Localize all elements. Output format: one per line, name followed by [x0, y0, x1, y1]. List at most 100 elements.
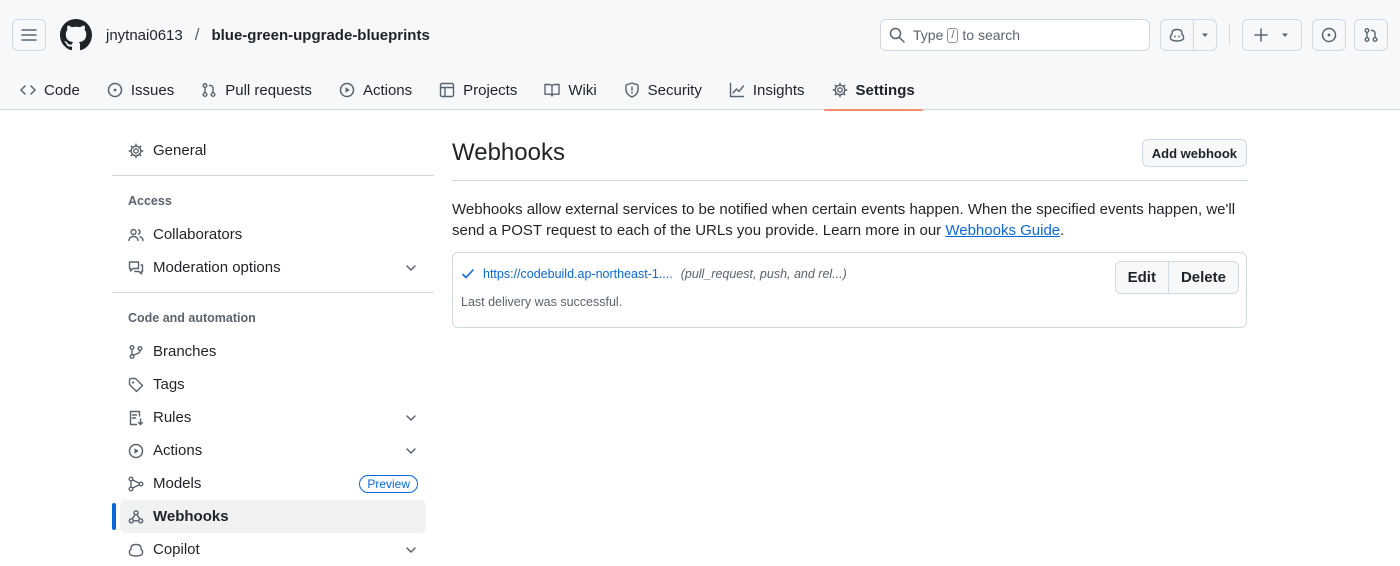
- gear-icon: [128, 143, 144, 158]
- book-icon: [544, 83, 561, 97]
- sidebar-item-actions[interactable]: Actions: [112, 434, 434, 467]
- tab-settings[interactable]: Settings: [823, 70, 923, 111]
- page-header: Webhooks Add webhook: [452, 134, 1247, 181]
- tab-insights[interactable]: Insights: [721, 70, 813, 110]
- repo-header: jnytnai0613 / blue-green-upgrade-bluepri…: [0, 0, 1400, 111]
- repo-nav: Code Issues Pull requests Actions Projec…: [0, 70, 1400, 111]
- webhook-events: (pull_request, push, and rel...): [680, 267, 847, 281]
- pull-requests-button[interactable]: [1354, 19, 1388, 51]
- tab-security[interactable]: Security: [616, 70, 710, 110]
- sidebar-item-label: Branches: [153, 343, 217, 360]
- tab-label: Pull requests: [225, 81, 312, 99]
- tab-label: Wiki: [568, 81, 597, 99]
- tab-issues[interactable]: Issues: [99, 70, 182, 110]
- tab-label: Insights: [752, 81, 805, 99]
- breadcrumb-repo[interactable]: blue-green-upgrade-blueprints: [211, 27, 429, 44]
- sidebar-item-label: Models: [153, 475, 202, 492]
- tab-code[interactable]: Code: [12, 70, 88, 110]
- breadcrumb-separator: /: [194, 25, 200, 44]
- webhook-actions: Edit Delete: [1114, 261, 1239, 294]
- tab-projects[interactable]: Projects: [431, 70, 525, 110]
- search-placeholder-suffix: to search: [962, 27, 1021, 43]
- sidebar-item-label: Webhooks: [153, 508, 229, 525]
- webhooks-panel: Webhooks Add webhook Webhooks allow exte…: [452, 134, 1247, 328]
- github-logo-icon[interactable]: [60, 19, 92, 51]
- issue-opened-icon: [1321, 27, 1337, 43]
- copilot-icon: [1169, 28, 1185, 42]
- search-input[interactable]: Type / to search: [880, 19, 1150, 51]
- tab-pull-requests[interactable]: Pull requests: [193, 70, 320, 110]
- description-text: Webhooks allow external services to be n…: [452, 201, 1236, 239]
- edit-webhook-button[interactable]: Edit: [1115, 262, 1168, 293]
- webhook-url-link[interactable]: https://codebuild.ap-northeast-1....: [483, 267, 673, 281]
- sidebar-item-moderation[interactable]: Moderation options: [112, 251, 434, 284]
- sidebar-item-models[interactable]: Models Preview: [112, 467, 434, 500]
- top-bar: jnytnai0613 / blue-green-upgrade-bluepri…: [0, 0, 1400, 70]
- git-branch-icon: [129, 344, 143, 359]
- webhook-list-item: https://codebuild.ap-northeast-1.... (pu…: [452, 252, 1247, 328]
- breadcrumb-owner[interactable]: jnytnai0613: [106, 27, 183, 44]
- delete-webhook-button[interactable]: Delete: [1167, 262, 1238, 293]
- header-divider: [1229, 25, 1230, 45]
- webhook-delivery-status: Last delivery was successful.: [461, 295, 623, 309]
- sidebar-item-tags[interactable]: Tags: [112, 368, 434, 401]
- sidebar-group-code-automation: Code and automation: [128, 311, 256, 325]
- copilot-dropdown-button[interactable]: [1194, 20, 1216, 50]
- gear-icon: [832, 82, 848, 98]
- page-title: Webhooks: [452, 139, 565, 166]
- preview-badge: Preview: [359, 474, 418, 493]
- issue-opened-icon: [107, 82, 123, 98]
- sidebar-divider: [112, 292, 434, 293]
- search-placeholder-prefix: Type: [913, 27, 944, 43]
- sidebar-item-branches[interactable]: Branches: [112, 335, 434, 368]
- search-icon: [889, 27, 905, 43]
- sidebar-item-label: Actions: [153, 442, 203, 459]
- triangle-down-icon: [1282, 33, 1288, 37]
- graph-icon: [729, 82, 745, 98]
- play-icon: [339, 82, 355, 98]
- settings-sidebar: General Access Collaborators Moderation …: [112, 134, 434, 566]
- add-webhook-button[interactable]: Add webhook: [1141, 139, 1247, 167]
- issues-button[interactable]: [1312, 19, 1346, 51]
- sidebar-item-label: Collaborators: [153, 226, 243, 243]
- sidebar-item-rules[interactable]: Rules: [112, 401, 434, 434]
- sidebar-item-label: Moderation options: [153, 259, 281, 276]
- description-period: .: [1060, 222, 1065, 239]
- git-pull-request-icon: [202, 83, 216, 97]
- webhooks-description: Webhooks allow external services to be n…: [452, 199, 1247, 241]
- create-new-button[interactable]: [1243, 20, 1301, 50]
- copilot-button[interactable]: [1161, 20, 1193, 50]
- tab-label: Projects: [463, 81, 518, 99]
- sidebar-item-collaborators[interactable]: Collaborators: [112, 218, 434, 251]
- sidebar-divider: [112, 175, 434, 176]
- table-icon: [439, 82, 455, 98]
- git-pull-request-icon: [1364, 28, 1378, 42]
- sidebar-item-label: Rules: [153, 409, 192, 426]
- sidebar-item-label: Tags: [153, 376, 185, 393]
- comment-discussion-icon: [128, 260, 144, 275]
- tab-label: Settings: [855, 81, 915, 99]
- tab-label: Issues: [130, 81, 175, 99]
- search-shortcut-key: /: [947, 27, 959, 43]
- hamburger-icon: [21, 29, 37, 41]
- check-icon: [462, 269, 474, 279]
- tab-wiki[interactable]: Wiki: [536, 70, 604, 110]
- ai-model-icon: [128, 476, 144, 491]
- plus-icon: [1254, 28, 1268, 42]
- tab-label: Actions: [362, 81, 413, 99]
- tab-label: Security: [647, 81, 702, 99]
- sidebar-item-webhooks[interactable]: Webhooks: [112, 500, 426, 533]
- chevron-down-icon: [406, 264, 416, 271]
- tab-label: Code: [44, 81, 80, 99]
- menu-button[interactable]: [12, 19, 46, 51]
- sidebar-item-general[interactable]: General: [112, 134, 434, 167]
- chevron-down-icon: [406, 414, 416, 421]
- triangle-down-icon: [1202, 33, 1208, 37]
- tag-icon: [128, 377, 144, 392]
- webhooks-guide-link[interactable]: Webhooks Guide: [945, 222, 1060, 239]
- create-new-split-button[interactable]: [1242, 19, 1302, 51]
- tab-actions[interactable]: Actions: [331, 70, 420, 110]
- sidebar-item-label: General: [153, 142, 207, 159]
- play-icon: [128, 443, 144, 458]
- chevron-down-icon: [406, 447, 416, 454]
